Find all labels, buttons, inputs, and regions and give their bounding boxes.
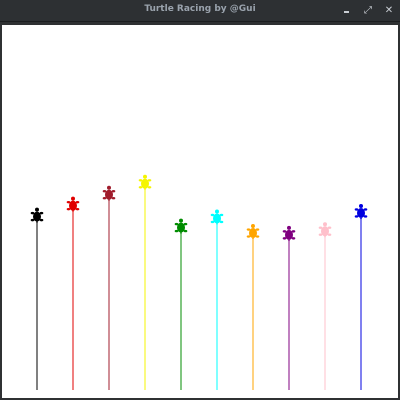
turtle-icon-2 — [66, 196, 80, 214]
turtle-window: Turtle Racing by @Gui ⤢ ✕ — [0, 0, 400, 400]
turtle-icon-1 — [30, 207, 44, 225]
race-track — [30, 174, 368, 390]
turtle-icon-9 — [318, 222, 332, 239]
minimize-icon — [344, 11, 349, 13]
turtle-icon-5 — [174, 218, 188, 236]
close-button[interactable]: ✕ — [381, 3, 397, 19]
turtle-icon-6 — [210, 209, 224, 226]
turtle-icon-4 — [138, 174, 152, 192]
turtle-icon-7 — [246, 224, 260, 241]
race-canvas — [2, 25, 398, 398]
turtle-icon-3 — [102, 185, 116, 203]
maximize-icon: ⤢ — [364, 5, 372, 16]
minimize-button[interactable] — [339, 3, 355, 19]
title-bar[interactable]: Turtle Racing by @Gui ⤢ ✕ — [0, 0, 400, 22]
turtle-icon-8 — [282, 225, 296, 243]
turtle-icon-10 — [354, 203, 368, 221]
close-icon: ✕ — [384, 5, 394, 16]
maximize-button[interactable]: ⤢ — [360, 3, 376, 19]
